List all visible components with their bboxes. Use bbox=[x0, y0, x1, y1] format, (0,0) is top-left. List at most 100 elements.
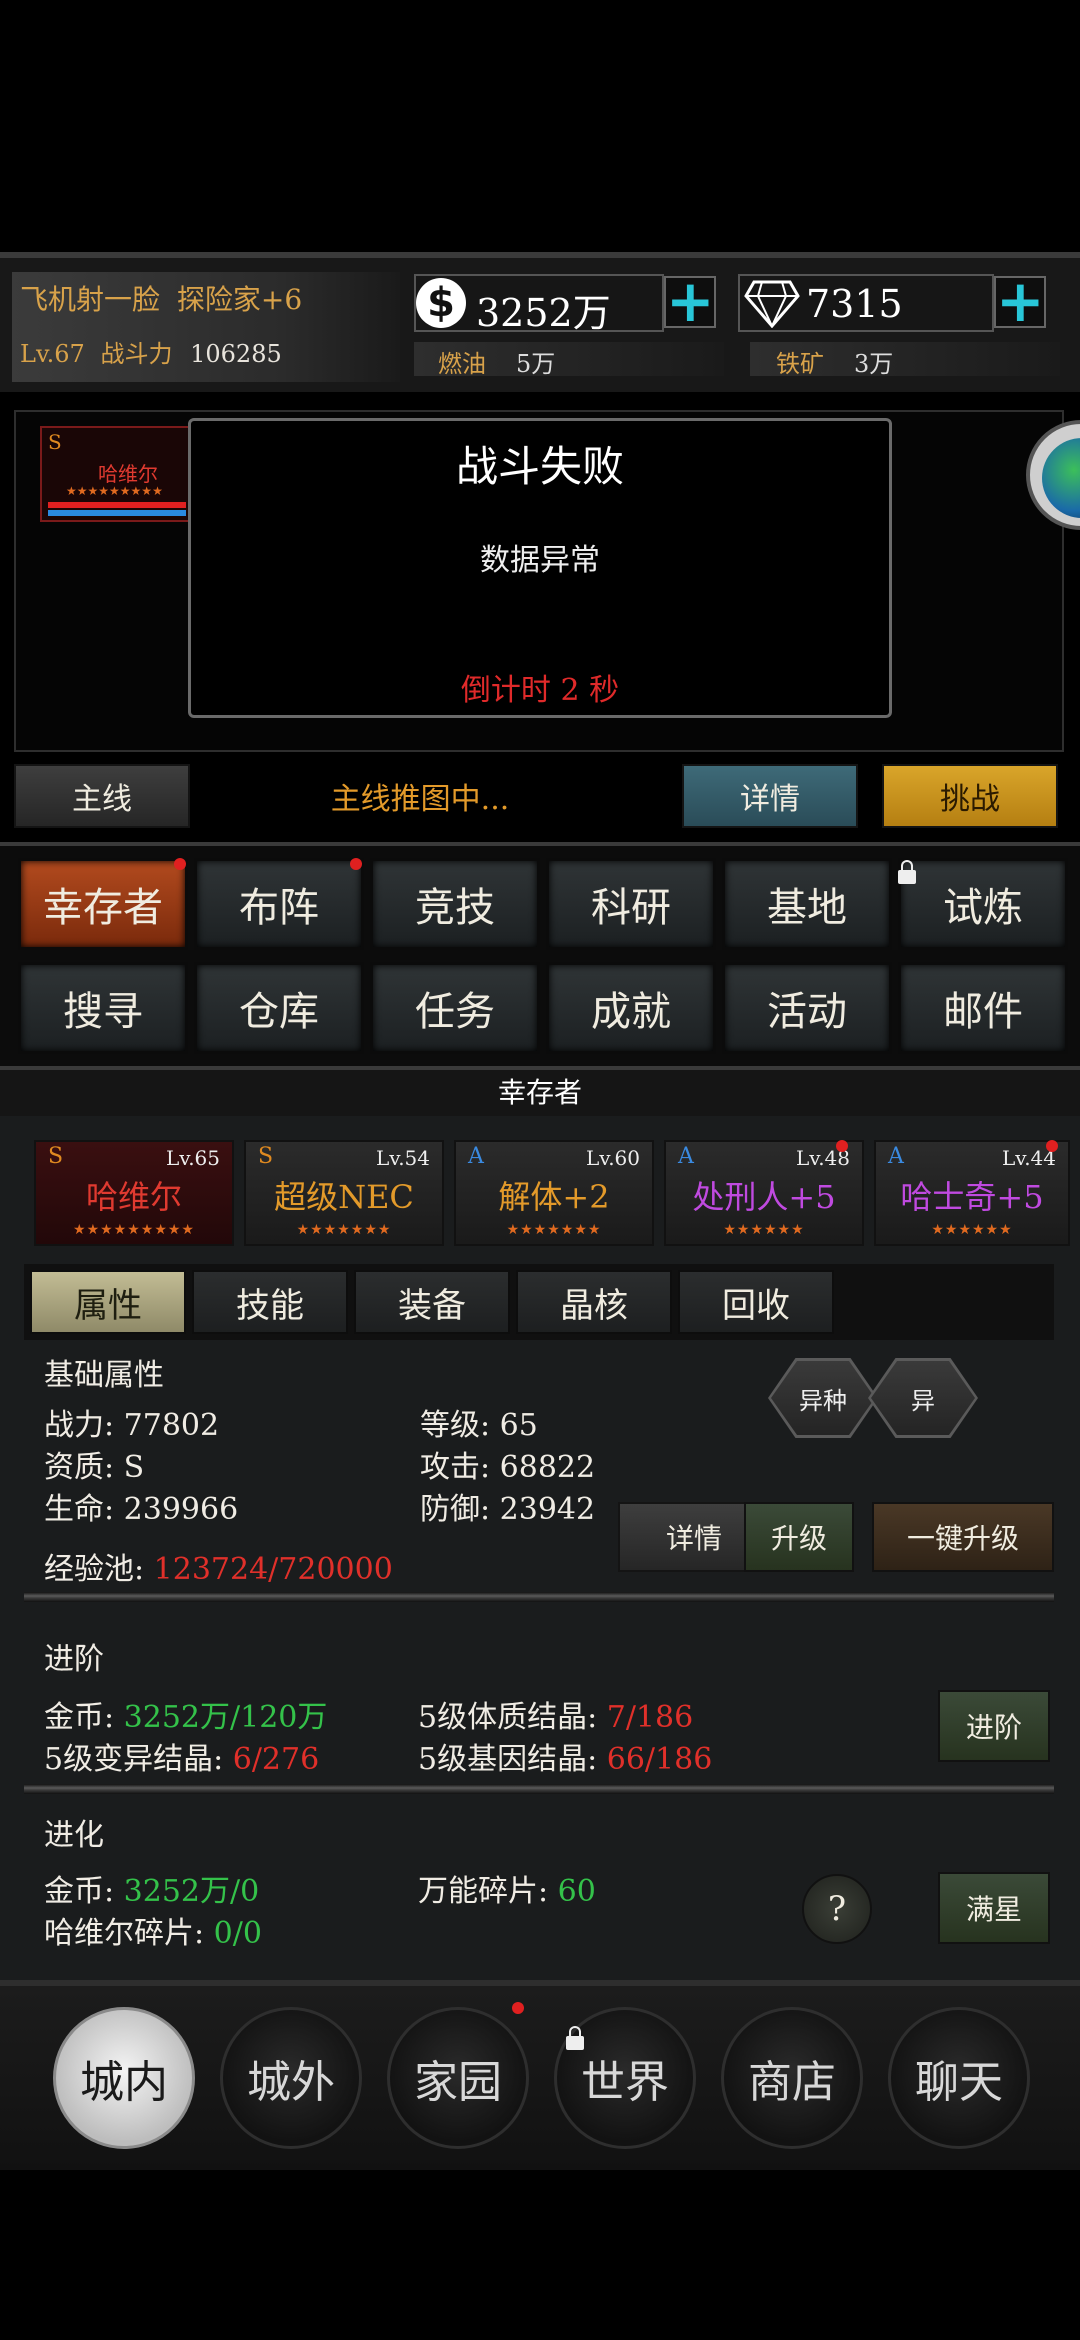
lock-icon bbox=[566, 2026, 584, 2050]
menu-events[interactable]: 活动 bbox=[722, 962, 892, 1054]
battle-hero-grade: S bbox=[48, 430, 62, 454]
gene-label: 5级基因结晶: bbox=[418, 1742, 607, 1777]
advance-mutation: 5级变异结晶: 6/276 bbox=[44, 1734, 319, 1778]
battle-hero-card[interactable]: S 哈维尔 ★★★★★★★★★ bbox=[40, 426, 190, 522]
battle-result-title: 战斗失败 bbox=[455, 442, 624, 491]
menu-mail[interactable]: 邮件 bbox=[898, 962, 1068, 1054]
survivor-card[interactable]: A Lv.44 哈士奇+5 ★★★★★★ bbox=[874, 1140, 1070, 1246]
advance-physique: 5级体质结晶: 7/186 bbox=[418, 1692, 693, 1736]
menu-warehouse[interactable]: 仓库 bbox=[194, 962, 364, 1054]
survivor-name: 解体+2 bbox=[498, 1178, 610, 1216]
survivor-name: 超级NEC bbox=[274, 1178, 414, 1216]
attr-attack: 攻击: 68822 bbox=[420, 1450, 596, 1485]
survivor-card[interactable]: S Lv.54 超级NEC ★★★★★★★ bbox=[244, 1140, 444, 1246]
menu-arena[interactable]: 竞技 bbox=[370, 858, 540, 950]
frag-label: 哈维尔碎片: bbox=[44, 1916, 214, 1951]
battle-result-message: 数据异常 bbox=[480, 543, 600, 578]
survivor-stars: ★★★★★★★★★ bbox=[73, 1222, 195, 1238]
advance-gold-label: 金币: bbox=[44, 1700, 124, 1735]
frag-value: 0/0 bbox=[213, 1916, 262, 1951]
battle-countdown: 倒计时 2 秒 bbox=[460, 673, 620, 708]
survivor-grade: A bbox=[678, 1144, 694, 1169]
survivor-stars: ★★★★★★★ bbox=[506, 1222, 602, 1238]
menu-tasks[interactable]: 任务 bbox=[370, 962, 540, 1054]
survivor-card[interactable]: A Lv.60 解体+2 ★★★★★★★ bbox=[454, 1140, 654, 1246]
add-coins-button[interactable]: + bbox=[664, 272, 716, 330]
globe-icon bbox=[1042, 438, 1080, 518]
add-gems-button[interactable]: + bbox=[994, 272, 1046, 330]
menu-research[interactable]: 科研 bbox=[546, 858, 716, 950]
survivor-grade: S bbox=[258, 1144, 274, 1169]
battle-hero-name: 哈维尔 bbox=[98, 462, 158, 486]
universal-value: 60 bbox=[557, 1874, 596, 1909]
lock-icon bbox=[898, 860, 916, 884]
nav-chat[interactable]: 聊天 bbox=[888, 2007, 1030, 2149]
notification-dot bbox=[512, 2002, 524, 2014]
menu-trial[interactable]: 试炼 bbox=[898, 858, 1068, 950]
menu-formation[interactable]: 布阵 bbox=[194, 858, 364, 950]
divider bbox=[24, 1784, 1054, 1794]
player-info[interactable]: 飞机射一脸 探险家+6 Lv.67 战斗力 106285 bbox=[12, 272, 400, 382]
dollar-icon: $ bbox=[416, 278, 466, 328]
fuel-label: 燃油 bbox=[438, 350, 486, 378]
tab-equipment[interactable]: 装备 bbox=[354, 1270, 510, 1334]
max-star-button[interactable]: 满星 bbox=[938, 1872, 1050, 1944]
help-button[interactable]: ? bbox=[802, 1874, 872, 1944]
universal-label: 万能碎片: bbox=[418, 1874, 558, 1909]
survivor-card[interactable]: A Lv.48 处刑人+5 ★★★★★★ bbox=[664, 1140, 864, 1246]
survivor-grade: A bbox=[468, 1144, 484, 1169]
gems-display: 7315 bbox=[738, 274, 994, 332]
attr-hp: 生命: 239966 bbox=[44, 1492, 239, 1527]
survivor-card[interactable]: S Lv.65 哈维尔 ★★★★★★★★★ bbox=[34, 1140, 234, 1246]
notification-dot bbox=[174, 858, 186, 870]
exp-value: 123724/720000 bbox=[153, 1552, 393, 1587]
attr-defense: 防御: 23942 bbox=[420, 1492, 596, 1527]
mainline-button[interactable]: 主线 bbox=[14, 764, 190, 828]
nav-city-inside[interactable]: 城内 bbox=[53, 2007, 195, 2149]
physique-label: 5级体质结晶: bbox=[418, 1700, 607, 1735]
nav-shop[interactable]: 商店 bbox=[721, 2007, 863, 2149]
mutation-value: 6/276 bbox=[232, 1742, 320, 1777]
advance-button[interactable]: 进阶 bbox=[938, 1690, 1050, 1762]
tab-skills[interactable]: 技能 bbox=[192, 1270, 348, 1334]
survivor-stars: ★★★★★★★ bbox=[296, 1222, 392, 1238]
survivor-level: Lv.65 bbox=[165, 1146, 220, 1170]
evolve-gold-value: 3252万/0 bbox=[123, 1874, 260, 1909]
player-level: Lv.67 bbox=[20, 340, 85, 368]
mutation-label: 5级变异结晶: bbox=[44, 1742, 233, 1777]
tab-recycle[interactable]: 回收 bbox=[678, 1270, 834, 1334]
survivor-name: 哈士奇+5 bbox=[900, 1178, 1044, 1216]
details-button[interactable]: 详情 bbox=[682, 764, 858, 828]
challenge-button[interactable]: 挑战 bbox=[882, 764, 1058, 828]
survivor-name: 处刑人+5 bbox=[692, 1178, 836, 1216]
menu-achievements[interactable]: 成就 bbox=[546, 962, 716, 1054]
iron-value: 3万 bbox=[854, 350, 894, 378]
advance-gold: 金币: 3252万/120万 bbox=[44, 1692, 327, 1736]
advance-gene: 5级基因结晶: 66/186 bbox=[418, 1734, 712, 1778]
player-power: 106285 bbox=[190, 340, 282, 368]
tab-attributes[interactable]: 属性 bbox=[30, 1270, 186, 1334]
fuel-display: 燃油 5万 bbox=[414, 342, 724, 378]
menu-search[interactable]: 搜寻 bbox=[18, 962, 188, 1054]
attr-aptitude: 资质: S bbox=[44, 1450, 145, 1485]
nav-city-outside[interactable]: 城外 bbox=[220, 2007, 362, 2149]
tab-crystal-core[interactable]: 晶核 bbox=[516, 1270, 672, 1334]
iron-display: 铁矿 3万 bbox=[750, 342, 1060, 378]
hero-hp-bar bbox=[48, 502, 186, 508]
section-title: 幸存者 bbox=[0, 1070, 1080, 1116]
one-click-upgrade-button[interactable]: 一键升级 bbox=[872, 1502, 1054, 1572]
survivor-stars: ★★★★★★ bbox=[723, 1222, 805, 1238]
menu-base[interactable]: 基地 bbox=[722, 858, 892, 950]
universal-fragments: 万能碎片: 60 bbox=[418, 1866, 596, 1910]
attributes-heading: 基础属性 bbox=[44, 1358, 164, 1393]
upgrade-button[interactable]: 升级 bbox=[744, 1502, 854, 1572]
survivor-stars: ★★★★★★ bbox=[931, 1222, 1013, 1238]
advance-gold-value: 3252万/120万 bbox=[123, 1700, 328, 1735]
survivor-grade: S bbox=[48, 1144, 64, 1169]
battle-result-dialog: 战斗失败 数据异常 倒计时 2 秒 bbox=[188, 418, 892, 718]
attr-power: 战力: 77802 bbox=[44, 1408, 220, 1443]
nav-home[interactable]: 家园 bbox=[387, 2007, 529, 2149]
survivor-level: Lv.54 bbox=[375, 1146, 430, 1170]
menu-survivors[interactable]: 幸存者 bbox=[18, 858, 188, 950]
attr-level: 等级: 65 bbox=[420, 1408, 538, 1443]
